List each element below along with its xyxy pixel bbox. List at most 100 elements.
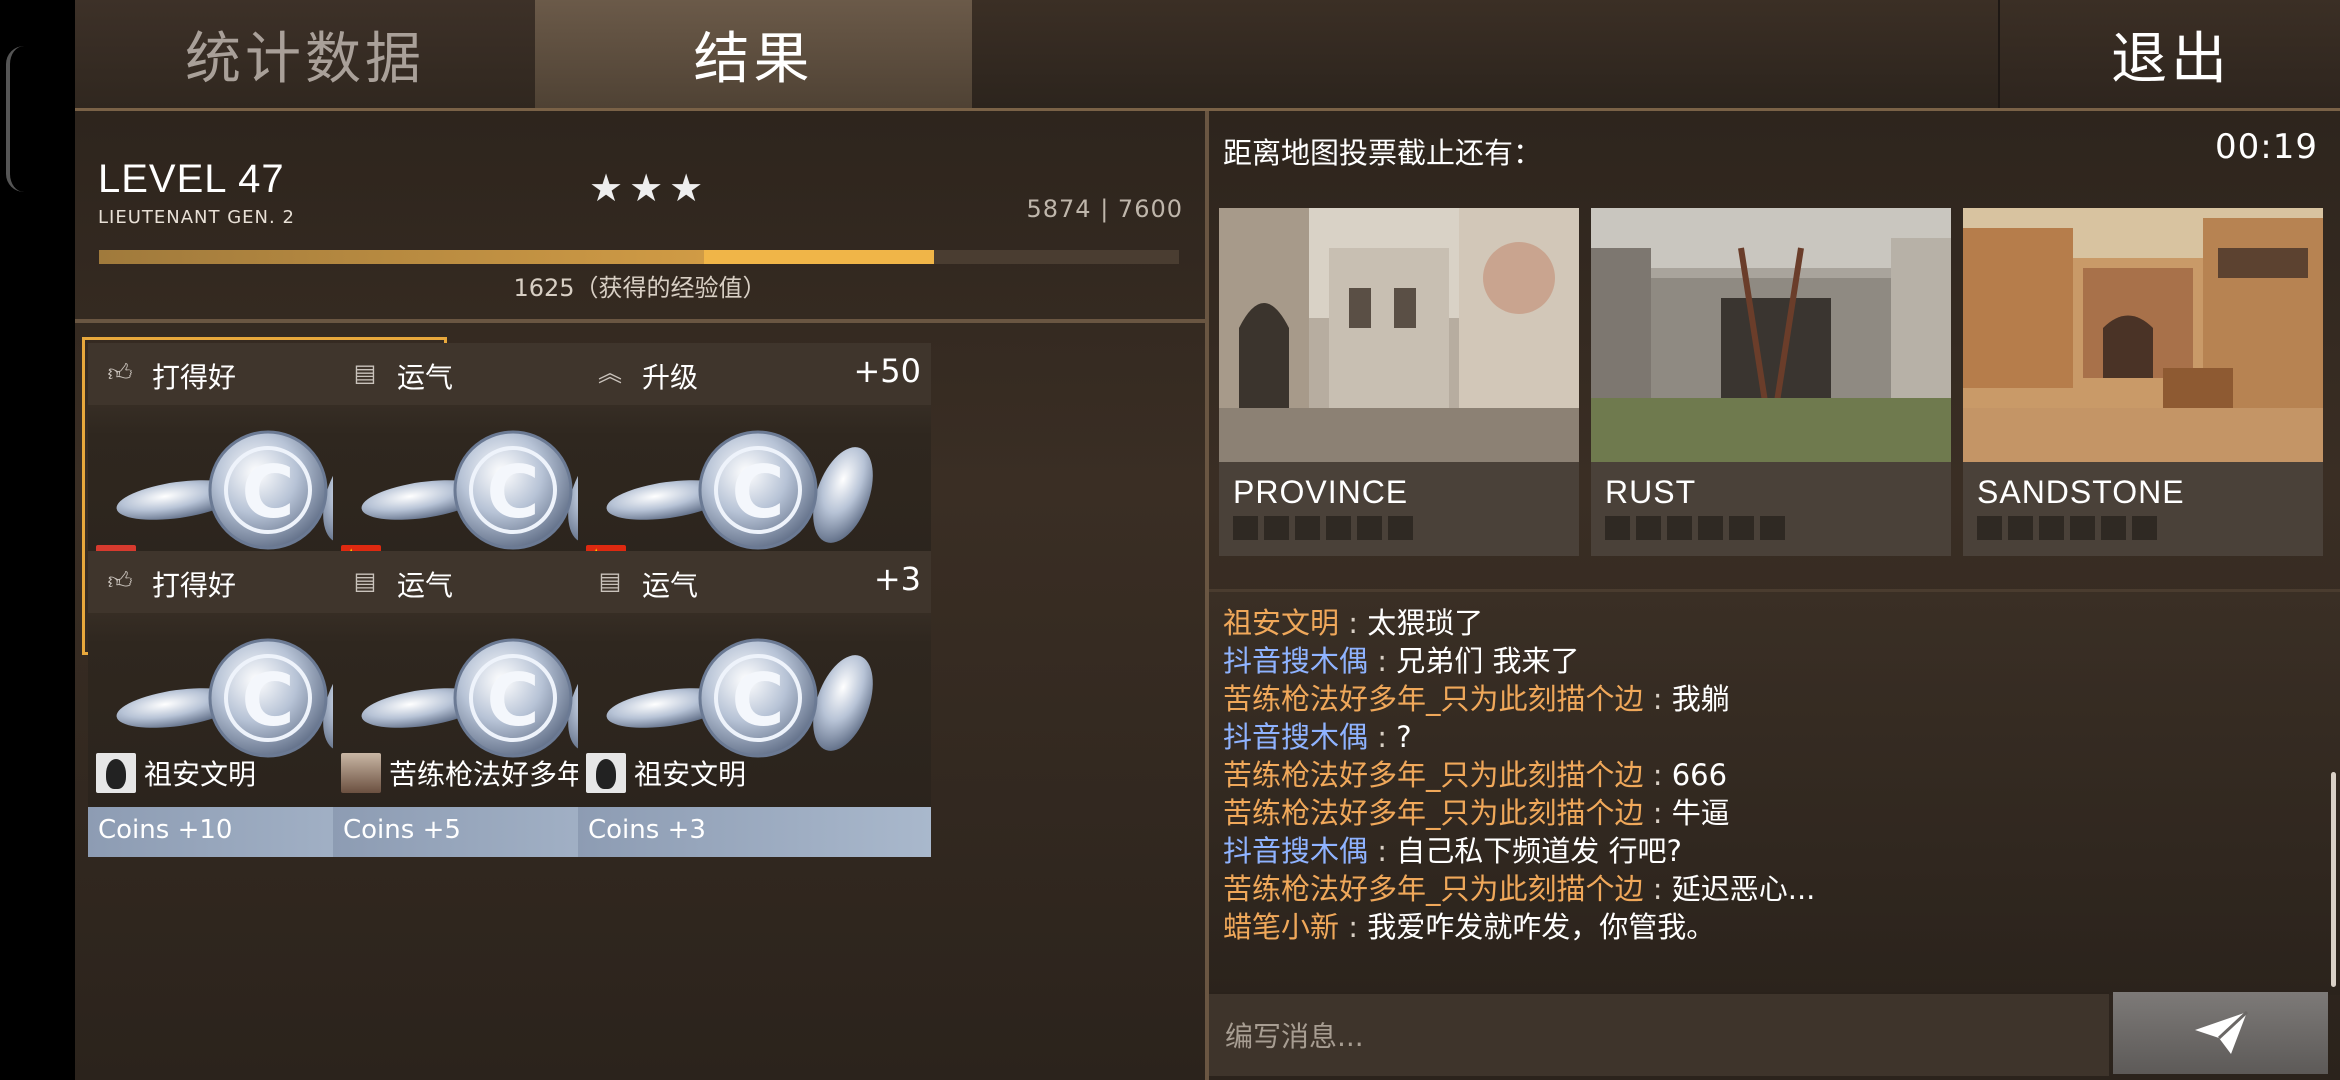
vote-slots — [1233, 516, 1413, 540]
rank-label: LIEUTENANT GEN. 2 — [98, 207, 295, 228]
tab-results[interactable]: 结果 — [535, 0, 972, 108]
coins-reward-label: Coins +10 — [98, 815, 233, 845]
chat-message: 蜡笔小新 : 我爱咋发就咋发，你管我。 — [1223, 904, 1715, 946]
paper-plane-icon — [2194, 1010, 2248, 1054]
svg-text:C: C — [242, 450, 295, 534]
thumbs-up-icon: 👍︎ — [107, 567, 133, 595]
chat-text: 牛逼 — [1671, 796, 1730, 830]
reward-points: +3 — [873, 560, 921, 598]
chat-text: 兄弟们 我来了 — [1396, 644, 1580, 678]
vote-countdown-label: 距离地图投票截止还有： — [1223, 136, 1543, 170]
sandstone-map-image — [1963, 208, 2323, 462]
chat-text: 666 — [1671, 758, 1728, 792]
reward-title: 运气 — [397, 361, 454, 394]
xp-progress-gained — [703, 250, 934, 264]
reward-title: 打得好 — [152, 361, 237, 394]
chat-sender[interactable]: 苦练枪法好多年_只为此刻描个边 — [1223, 682, 1644, 716]
send-button[interactable] — [2113, 992, 2328, 1074]
chat-message: 抖音搜木偶 : 自己私下频道发 行吧? — [1223, 828, 1682, 870]
province-map-image — [1219, 208, 1579, 462]
money-stack-icon: ▤ — [353, 567, 377, 595]
chat-message: 苦练枪法好多年_只为此刻描个边 : 延迟恶心... — [1223, 866, 1815, 908]
chat-separator: : — [1643, 872, 1672, 906]
money-stack-icon: ▤ — [598, 567, 622, 595]
reward-title: 运气 — [397, 569, 454, 602]
vote-slots — [1605, 516, 1785, 540]
xp-gained-label: 1625（获得的经验值） — [513, 274, 767, 302]
reward-title: 运气 — [642, 569, 699, 602]
chat-text: 我爱咋发就咋发，你管我。 — [1367, 910, 1716, 944]
level-title: LEVEL 47 — [98, 157, 285, 201]
map-name: SANDSTONE — [1977, 474, 2185, 510]
chat-message: 苦练枪法好多年_只为此刻描个边 : 牛逼 — [1223, 790, 1730, 832]
reward-title: 打得好 — [152, 569, 237, 602]
chat-scrollbar[interactable] — [2331, 772, 2336, 987]
reward-header: ▤ 运气 +3 — [578, 551, 931, 613]
svg-text:C: C — [487, 450, 540, 534]
chat-separator: : — [1368, 720, 1397, 754]
player: 祖安文明 — [96, 751, 256, 795]
vote-timer: 00:19 — [2215, 127, 2318, 167]
map-vote-sandstone[interactable]: SANDSTONE — [1963, 208, 2323, 556]
chat-message: 抖音搜木偶 : 兄弟们 我来了 — [1223, 638, 1579, 680]
chat-sender[interactable]: 抖音搜木偶 — [1223, 834, 1368, 868]
chat-message: 抖音搜木偶 : ? — [1223, 714, 1412, 756]
chat-text: 我躺 — [1671, 682, 1730, 716]
coins-reward-label: Coins +5 — [343, 815, 461, 845]
svg-text:C: C — [487, 658, 540, 742]
rank-stars: ★★★ — [589, 166, 710, 210]
avatar — [96, 753, 136, 793]
chat-message: 祖安文明 : 太猥琐了 — [1223, 600, 1483, 642]
exit-button[interactable]: 退出 — [1998, 0, 2340, 108]
player: 祖安文明 — [586, 751, 746, 795]
tab-statistics[interactable]: 统计数据 — [75, 0, 535, 108]
chat-separator: : — [1643, 758, 1672, 792]
results-panel: LEVEL 47 LIEUTENANT GEN. 2 ★★★ 5874 | 76… — [75, 111, 1209, 1080]
svg-text:C: C — [732, 450, 785, 534]
reward-header: ︽ 升级 +50 — [578, 343, 931, 405]
map-name: PROVINCE — [1233, 474, 1409, 510]
reward-card[interactable]: ▤ 运气 +3 C 祖安文明 Coins +3 — [578, 551, 931, 857]
chat-separator: : — [1368, 644, 1397, 678]
map-name: RUST — [1605, 474, 1697, 510]
player-name: 祖安文明 — [144, 758, 257, 791]
chat-text: 延迟恶心... — [1671, 872, 1816, 906]
svg-text:C: C — [732, 658, 785, 742]
chat-sender[interactable]: 蜡笔小新 — [1223, 910, 1339, 944]
map-vote-rust[interactable]: RUST — [1591, 208, 1951, 556]
vote-slots — [1977, 516, 2157, 540]
screen-edge — [0, 0, 75, 1080]
chat-sender[interactable]: 抖音搜木偶 — [1223, 644, 1368, 678]
chat-panel[interactable]: 祖安文明 : 太猥琐了 抖音搜木偶 : 兄弟们 我来了 苦练枪法好多年_只为此刻描个… — [1209, 589, 2340, 995]
svg-text:C: C — [242, 658, 295, 742]
xp-total: 5874 | 7600 — [1026, 195, 1183, 223]
double-chevron-up-icon: ︽ — [598, 359, 622, 387]
chat-text: 太猥琐了 — [1367, 606, 1484, 640]
chat-separator: : — [1339, 910, 1368, 944]
chat-sender[interactable]: 苦练枪法好多年_只为此刻描个边 — [1223, 758, 1644, 792]
chat-separator: : — [1643, 796, 1672, 830]
chat-text: ? — [1396, 720, 1412, 754]
map-vote-province[interactable]: PROVINCE — [1219, 208, 1579, 556]
coins-reward-label: Coins +3 — [588, 815, 706, 845]
rust-map-image — [1591, 208, 1951, 462]
rewards-grid: 👍︎ 打得好 +10 C 蜡笔小新 Coins +10 ▤ 运气 — [75, 323, 1205, 1080]
player-name: 祖安文明 — [634, 758, 747, 791]
chat-text: 自己私下频道发 行吧? — [1396, 834, 1682, 868]
chat-separator: : — [1339, 606, 1368, 640]
chat-sender[interactable]: 祖安文明 — [1223, 606, 1339, 640]
level-progress-box: LEVEL 47 LIEUTENANT GEN. 2 ★★★ 5874 | 76… — [75, 111, 1205, 323]
chat-sender[interactable]: 苦练枪法好多年_只为此刻描个边 — [1223, 796, 1644, 830]
chat-sender[interactable]: 苦练枪法好多年_只为此刻描个边 — [1223, 872, 1644, 906]
xp-progress-before — [99, 250, 704, 264]
xp-progress-bar — [99, 250, 1179, 264]
money-stack-icon: ▤ — [353, 359, 377, 387]
reward-title: 升级 — [642, 361, 699, 394]
avatar — [586, 753, 626, 793]
chat-message: 苦练枪法好多年_只为此刻描个边 : 666 — [1223, 752, 1727, 794]
thumbs-up-icon: 👍︎ — [107, 359, 133, 387]
chat-message-input[interactable] — [1223, 1008, 2087, 1064]
chat-separator: : — [1643, 682, 1672, 716]
chat-sender[interactable]: 抖音搜木偶 — [1223, 720, 1368, 754]
coins-reward-bar: Coins +3 — [578, 807, 931, 857]
